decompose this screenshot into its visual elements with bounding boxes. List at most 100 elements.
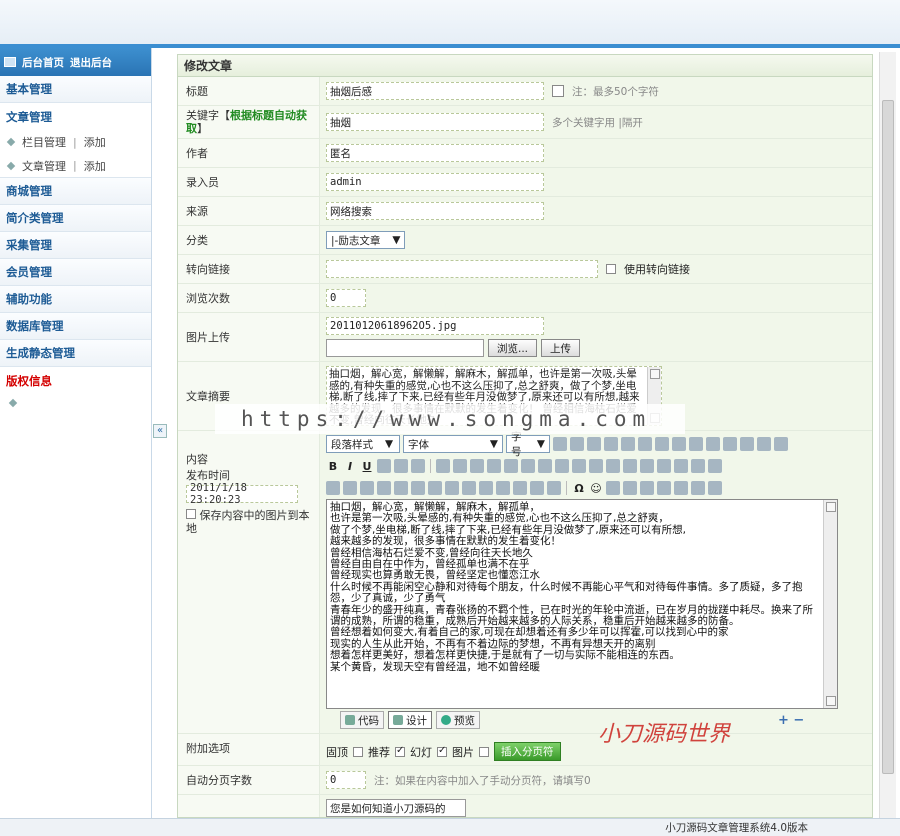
format-clear-icon[interactable] bbox=[757, 437, 771, 451]
sidebar-section-collect[interactable]: 采集管理 bbox=[0, 232, 151, 259]
align-center-icon[interactable] bbox=[453, 459, 467, 473]
sidebar-section-database[interactable]: 数据库管理 bbox=[0, 313, 151, 340]
text-color-icon[interactable] bbox=[572, 459, 586, 473]
sidebar-section-tools[interactable]: 辅助功能 bbox=[0, 286, 151, 313]
box-icon[interactable] bbox=[479, 481, 493, 495]
article-add-link[interactable]: 添加 bbox=[84, 158, 106, 174]
source-input[interactable]: 网络搜索 bbox=[326, 202, 544, 220]
block-icon[interactable] bbox=[606, 459, 620, 473]
views-input[interactable]: 0 bbox=[326, 289, 366, 307]
special-char-icon[interactable]: Ω bbox=[572, 482, 586, 495]
title-input[interactable]: 抽烟后感 bbox=[326, 82, 544, 100]
bg-color-icon[interactable] bbox=[589, 459, 603, 473]
category-select[interactable]: |-励志文章 ▼ bbox=[326, 231, 406, 249]
absolute-icon[interactable] bbox=[623, 459, 637, 473]
fullscreen-icon[interactable] bbox=[708, 481, 722, 495]
underline-icon[interactable]: U bbox=[360, 460, 374, 473]
time-icon[interactable] bbox=[623, 481, 637, 495]
cut-icon[interactable] bbox=[553, 437, 567, 451]
autopage-input[interactable]: 0 bbox=[326, 771, 366, 789]
delete-icon[interactable] bbox=[638, 437, 652, 451]
align-right-icon[interactable] bbox=[470, 459, 484, 473]
tab-code[interactable]: 代码 bbox=[340, 711, 384, 729]
column-manage-link[interactable]: 栏目管理 bbox=[22, 134, 66, 150]
zoom-icon[interactable] bbox=[691, 481, 705, 495]
title-color-icon[interactable] bbox=[552, 85, 564, 97]
edit-icon[interactable] bbox=[530, 481, 544, 495]
hr-icon[interactable] bbox=[640, 459, 654, 473]
redirect-input[interactable] bbox=[326, 260, 598, 278]
save-images-checkbox[interactable] bbox=[186, 509, 196, 519]
home-link[interactable]: 后台首页 bbox=[22, 55, 64, 70]
font-select[interactable]: 字体 ▼ bbox=[403, 435, 503, 453]
editor-input[interactable]: admin bbox=[326, 173, 544, 191]
user-icon[interactable] bbox=[428, 481, 442, 495]
indent-icon[interactable] bbox=[555, 459, 569, 473]
page-scrollbar-thumb[interactable] bbox=[882, 100, 894, 774]
image-path-input[interactable]: 20110120618962O5.jpg bbox=[326, 317, 544, 335]
sidebar-section-basic[interactable]: 基本管理 bbox=[0, 76, 151, 103]
logout-link[interactable]: 退出后台 bbox=[70, 55, 112, 70]
file-icon[interactable] bbox=[394, 481, 408, 495]
opt-image-checkbox[interactable] bbox=[479, 746, 489, 757]
frame-icon[interactable] bbox=[496, 481, 510, 495]
insert-page-break-button[interactable]: 插入分页符 bbox=[494, 742, 561, 761]
copy-icon[interactable] bbox=[570, 437, 584, 451]
table-icon[interactable] bbox=[547, 481, 561, 495]
web-icon[interactable] bbox=[411, 481, 425, 495]
tab-design[interactable]: 设计 bbox=[388, 711, 432, 729]
how-know-input[interactable]: 您是如何知道小刀源码的 bbox=[326, 799, 466, 817]
text-style-icon[interactable] bbox=[774, 437, 788, 451]
editor-scrollbar[interactable] bbox=[823, 500, 837, 708]
font-size-select[interactable]: 字号 ▼ bbox=[506, 431, 550, 458]
page-break-icon[interactable] bbox=[640, 481, 654, 495]
pubtime-input[interactable]: 2011/1/18 23:20:23 bbox=[186, 482, 298, 506]
grid-icon[interactable] bbox=[674, 481, 688, 495]
print-icon[interactable] bbox=[657, 481, 671, 495]
upload-button[interactable]: 上传 bbox=[541, 339, 581, 357]
tab-preview[interactable]: 预览 bbox=[436, 711, 480, 729]
opt-recommend-checkbox[interactable] bbox=[395, 745, 405, 757]
sidebar-section-copyright[interactable]: 版权信息 bbox=[0, 367, 151, 394]
outdent-icon[interactable] bbox=[538, 459, 552, 473]
pointer-icon[interactable] bbox=[740, 437, 754, 451]
resize-editor-buttons[interactable]: + − bbox=[778, 713, 804, 728]
ordered-list-icon[interactable] bbox=[504, 459, 518, 473]
sidebar-section-intro[interactable]: 简介类管理 bbox=[0, 205, 151, 232]
collapse-sidebar-button[interactable]: « bbox=[153, 424, 167, 438]
opt-top-checkbox[interactable] bbox=[353, 746, 363, 757]
date-icon[interactable] bbox=[606, 481, 620, 495]
author-input[interactable]: 匿名 bbox=[326, 144, 544, 162]
flash-icon[interactable] bbox=[343, 481, 357, 495]
html-icon[interactable] bbox=[513, 481, 527, 495]
content-editor[interactable]: 抽口烟，解心宽，解懒解，解麻木，解孤单， 也许是第一次吸,头晕感的,有种失重的感… bbox=[326, 499, 838, 709]
unordered-list-icon[interactable] bbox=[521, 459, 535, 473]
emoticon-icon[interactable]: ☺ bbox=[589, 482, 603, 495]
redo-icon[interactable] bbox=[706, 437, 720, 451]
media-icon[interactable] bbox=[360, 481, 374, 495]
align-left-icon[interactable] bbox=[436, 459, 450, 473]
sidebar-section-members[interactable]: 会员管理 bbox=[0, 259, 151, 286]
article-manage-link[interactable]: 文章管理 bbox=[22, 158, 66, 174]
sidebar-section-shop[interactable]: 商城管理 bbox=[0, 178, 151, 205]
attachment-icon[interactable] bbox=[377, 481, 391, 495]
select-icon[interactable] bbox=[723, 437, 737, 451]
strikethrough-icon[interactable] bbox=[377, 459, 391, 473]
page-scrollbar[interactable] bbox=[879, 52, 896, 818]
unlink-icon[interactable] bbox=[691, 459, 705, 473]
find-icon[interactable] bbox=[672, 437, 686, 451]
paste-text-icon[interactable] bbox=[604, 437, 618, 451]
keyword-input[interactable]: 抽烟 bbox=[326, 113, 544, 131]
image-icon[interactable] bbox=[326, 481, 340, 495]
paragraph-style-select[interactable]: 段落样式 ▼ bbox=[326, 435, 400, 453]
paste-icon[interactable] bbox=[587, 437, 601, 451]
undo-icon[interactable] bbox=[689, 437, 703, 451]
align-justify-icon[interactable] bbox=[487, 459, 501, 473]
superscript-icon[interactable] bbox=[394, 459, 408, 473]
column-add-link[interactable]: 添加 bbox=[84, 134, 106, 150]
anchor-icon[interactable] bbox=[708, 459, 722, 473]
code-icon[interactable] bbox=[462, 481, 476, 495]
sidebar-section-static[interactable]: 生成静态管理 bbox=[0, 340, 151, 367]
paste-word-icon[interactable] bbox=[621, 437, 635, 451]
file-input[interactable] bbox=[326, 339, 484, 357]
